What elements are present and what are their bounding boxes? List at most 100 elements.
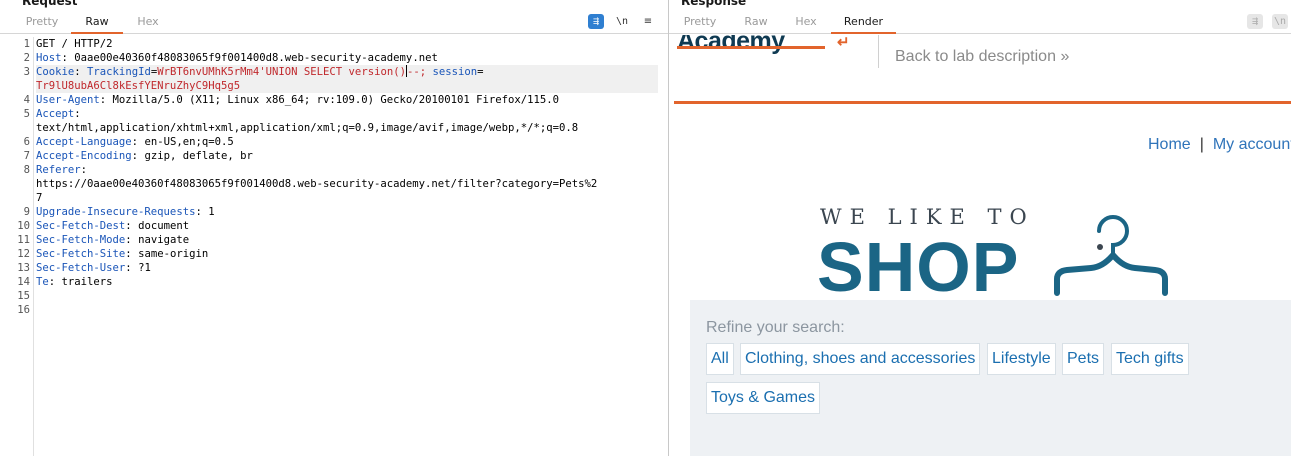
header-value: 1 — [208, 206, 215, 218]
request-tabbar: Pretty Raw Hex ⇶ \n ≡ — [0, 12, 668, 34]
filter-tech-gifts[interactable]: Tech gifts — [1111, 343, 1189, 375]
request-line: 5 Accept: — [24, 107, 658, 121]
word-wrap-icon[interactable]: ⇶ — [1247, 14, 1263, 29]
filter-lifestyle[interactable]: Lifestyle — [987, 343, 1056, 375]
request-line: 9 Upgrade-Insecure-Requests: 1 — [24, 205, 658, 219]
request-line: 4 User-Agent: Mozilla/5.0 (X11; Linux x86… — [24, 93, 658, 107]
header-value: text/html,application/xhtml+xml,applicat… — [36, 122, 579, 134]
header-value: 7 — [36, 192, 43, 204]
request-line: 7 Accept-Encoding: gzip, deflate, br — [24, 149, 658, 163]
header-name: Sec-Fetch-Mode — [36, 234, 126, 246]
response-tabbar: Pretty Raw Hex Render ⇶ \n — [669, 12, 1291, 34]
nav-separator: | — [1199, 136, 1204, 153]
header-rule — [674, 101, 1291, 104]
header-name: Sec-Fetch-Dest — [36, 220, 126, 232]
header-value: gzip, deflate, br — [144, 150, 253, 162]
header-name: Referer — [36, 164, 81, 176]
request-line-text: GET / HTTP/2 — [36, 38, 113, 50]
header-value: 0aae00e40360f48083065f9f001400d8.web-sec… — [74, 52, 438, 64]
response-pane: Response Pretty Raw Hex Render ⇶ \n Acad… — [669, 0, 1291, 456]
line-number: 8 — [23, 164, 30, 176]
shop-wordmark: SHOP — [817, 228, 1020, 306]
word-wrap-icon[interactable]: ⇶ — [588, 14, 604, 29]
line-number: 4 — [23, 94, 30, 106]
cookie-name: session — [432, 66, 478, 78]
request-line-cont: 7 — [36, 191, 658, 205]
header-value: trailers — [61, 276, 113, 288]
newline-toggle-icon[interactable]: \n — [614, 14, 630, 29]
line-number: 12 — [17, 248, 30, 260]
request-tab-hex[interactable]: Hex — [128, 15, 168, 34]
header-value: ?1 — [138, 262, 151, 274]
header-value: en-US,en;q=0.5 — [144, 136, 234, 148]
newline-toggle-icon[interactable]: \n — [1272, 14, 1288, 29]
response-tab-hex[interactable]: Hex — [786, 15, 826, 34]
request-line: 2 Host: 0aae00e40360f48083065f9f001400d8.… — [24, 51, 658, 65]
line-number: 14 — [17, 276, 30, 288]
hanger-icon — [1054, 215, 1168, 296]
header-name: Sec-Fetch-User — [36, 262, 126, 274]
request-title: Request — [22, 0, 78, 8]
top-nav: Home | My account — [1148, 136, 1291, 154]
line-number: 15 — [17, 290, 30, 302]
line-number: 7 — [23, 150, 30, 162]
request-lines[interactable]: 1 GET / HTTP/2 2 Host: 0aae00e40360f480830… — [17, 37, 658, 317]
line-number: 2 — [23, 52, 30, 64]
header-name: Accept — [36, 108, 75, 120]
header-name: Te — [36, 276, 49, 288]
menu-icon[interactable]: ≡ — [640, 14, 656, 29]
header-name: Upgrade-Insecure-Requests — [36, 206, 196, 218]
header-value: navigate — [138, 234, 190, 246]
logo-arrow-icon: ↵ — [837, 35, 850, 51]
header-name: Host — [36, 52, 62, 64]
header-name: User-Agent — [36, 94, 100, 106]
line-number: 9 — [23, 206, 30, 218]
filter-pets[interactable]: Pets — [1062, 343, 1105, 375]
request-tab-raw[interactable]: Raw — [71, 15, 123, 34]
back-to-lab-link[interactable]: Back to lab description » — [895, 48, 1069, 66]
response-tab-pretty[interactable]: Pretty — [675, 15, 725, 34]
request-tab-pretty[interactable]: Pretty — [18, 15, 66, 34]
request-editor[interactable]: 1 GET / HTTP/2 2 Host: 0aae00e40360f480830… — [0, 37, 668, 456]
request-line-cookie: 3 Cookie: TrackingId=WrBT6nvUMhK5rMm4'UNI… — [24, 65, 658, 79]
header-value: https://0aae00e40360f48083065f9f001400d8… — [36, 178, 598, 190]
header-name: Cookie — [36, 66, 75, 78]
request-line-cont: https://0aae00e40360f48083065f9f001400d8… — [36, 177, 658, 191]
header-name: Sec-Fetch-Site — [36, 248, 126, 260]
header-value: Mozilla/5.0 (X11; Linux x86_64; rv:109.0… — [112, 94, 560, 106]
response-tab-render[interactable]: Render — [831, 15, 896, 34]
header-divider — [878, 35, 879, 68]
home-link[interactable]: Home — [1148, 136, 1191, 153]
cookie-value-tail: --; — [406, 66, 427, 78]
request-line: 13 Sec-Fetch-User: ?1 — [17, 261, 658, 275]
cookie-name: TrackingId — [87, 66, 151, 78]
cookie-value: Tr9lU8ubA6Cl8kEsfYENruZhyC9Hq5g5 — [36, 80, 241, 92]
chevron-right-icon: » — [1060, 48, 1070, 65]
search-panel: Refine your search: All Clothing, shoes … — [690, 300, 1291, 456]
request-line: 10 Sec-Fetch-Dest: document — [17, 219, 658, 233]
line-number: 11 — [17, 234, 30, 246]
shop-tagline: WE LIKE TO — [820, 205, 1035, 229]
refine-label: Refine your search: — [706, 319, 845, 336]
filter-toys-games[interactable]: Toys & Games — [706, 382, 821, 414]
my-account-link[interactable]: My account — [1213, 136, 1291, 153]
request-line-cookie-cont: Tr9lU8ubA6Cl8kEsfYENruZhyC9Hq5g5 — [36, 79, 658, 93]
cookie-value-injection: WrBT6nvUMhK5rMm4'UNION SELECT version() — [157, 66, 406, 78]
request-line: 15 — [17, 289, 658, 303]
line-number: 5 — [23, 108, 30, 120]
header-value: same-origin — [138, 248, 209, 260]
request-line: 8 Referer: — [24, 163, 658, 177]
header-name: Accept-Language — [36, 136, 132, 148]
logo-underline — [677, 46, 825, 49]
filter-clothing[interactable]: Clothing, shoes and accessories — [740, 343, 981, 375]
line-number: 10 — [17, 220, 30, 232]
request-line: 6 Accept-Language: en-US,en;q=0.5 — [24, 135, 658, 149]
line-number: 13 — [17, 262, 30, 274]
rendered-page: Academy ↵ Back to lab description » Home… — [669, 35, 1291, 456]
filter-all[interactable]: All — [706, 343, 734, 375]
response-tab-raw[interactable]: Raw — [731, 15, 781, 34]
line-number: 3 — [23, 66, 30, 78]
request-line: 11 Sec-Fetch-Mode: navigate — [17, 233, 658, 247]
header-value: document — [138, 220, 190, 232]
request-line: 12 Sec-Fetch-Site: same-origin — [17, 247, 658, 261]
